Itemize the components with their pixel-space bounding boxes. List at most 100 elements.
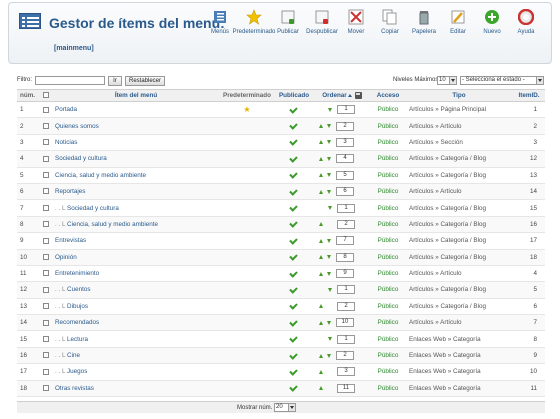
order-input[interactable]: 6 — [336, 187, 354, 197]
access-level[interactable]: Público — [371, 167, 405, 184]
move-down-icon[interactable] — [327, 271, 331, 276]
item-title-link[interactable]: Juegos — [67, 368, 87, 375]
edit-button[interactable]: Editar — [441, 9, 475, 35]
move-down-icon[interactable] — [327, 353, 331, 358]
move-up-icon[interactable] — [319, 320, 323, 325]
row-checkbox[interactable] — [43, 270, 49, 277]
move-up-icon[interactable] — [319, 386, 323, 391]
move-down-icon[interactable] — [327, 189, 331, 194]
published-check-icon[interactable] — [290, 302, 298, 308]
state-select[interactable]: - Selecciona el estado - — [460, 76, 544, 85]
copy-button[interactable]: Copiar — [373, 9, 407, 35]
col-access[interactable]: Acceso — [371, 89, 405, 102]
published-check-icon[interactable] — [290, 106, 298, 112]
row-checkbox[interactable] — [43, 254, 49, 261]
item-title-link[interactable]: Dibujos — [67, 303, 88, 310]
item-title-link[interactable]: Reportajes — [55, 188, 85, 195]
move-down-icon[interactable] — [327, 156, 331, 161]
col-published[interactable]: Publicado — [275, 89, 313, 102]
access-level[interactable]: Público — [371, 134, 405, 152]
move-down-icon[interactable] — [327, 320, 331, 325]
move-down-icon[interactable] — [328, 287, 332, 292]
move-up-icon[interactable] — [319, 222, 323, 227]
published-check-icon[interactable] — [290, 270, 298, 276]
move-down-icon[interactable] — [328, 206, 332, 211]
access-level[interactable]: Público — [371, 150, 405, 168]
trash-button[interactable]: Papelera — [407, 9, 441, 35]
row-checkbox[interactable] — [43, 286, 49, 293]
row-checkbox[interactable] — [43, 303, 49, 310]
item-title-link[interactable]: Recomendados — [55, 319, 99, 326]
row-checkbox[interactable] — [43, 237, 49, 244]
row-checkbox[interactable] — [43, 155, 49, 162]
select-all-checkbox[interactable] — [43, 92, 49, 99]
access-level[interactable]: Público — [371, 117, 405, 135]
row-checkbox[interactable] — [43, 188, 49, 195]
published-check-icon[interactable] — [290, 384, 298, 390]
display-limit-select[interactable]: 20 — [274, 403, 296, 412]
move-up-icon[interactable] — [319, 304, 323, 309]
published-check-icon[interactable] — [290, 237, 298, 243]
row-checkbox[interactable] — [43, 172, 49, 179]
default-button[interactable]: Predeterminado — [233, 9, 275, 35]
move-down-icon[interactable] — [327, 173, 331, 178]
move-down-icon[interactable] — [328, 337, 332, 342]
item-title-link[interactable]: Sociedad y cultura — [67, 205, 119, 212]
move-up-icon[interactable] — [319, 255, 323, 260]
order-input[interactable]: 2 — [337, 301, 355, 311]
published-check-icon[interactable] — [290, 319, 298, 325]
go-button[interactable]: Ir — [108, 76, 122, 86]
move-up-icon[interactable] — [319, 353, 323, 358]
order-input[interactable]: 3 — [336, 137, 354, 147]
new-button[interactable]: Nuevo — [475, 9, 509, 35]
item-title-link[interactable]: Entrevistas — [55, 237, 86, 244]
published-check-icon[interactable] — [290, 335, 298, 341]
published-check-icon[interactable] — [290, 352, 298, 358]
move-down-icon[interactable] — [327, 238, 331, 243]
published-check-icon[interactable] — [290, 204, 298, 210]
access-level[interactable]: Público — [371, 101, 405, 119]
row-checkbox[interactable] — [43, 335, 49, 342]
move-up-icon[interactable] — [319, 189, 323, 194]
col-order[interactable]: Ordenar — [322, 92, 347, 99]
unpublish-button[interactable]: Despublicar — [305, 9, 339, 35]
star-icon[interactable]: ★ — [243, 105, 250, 114]
published-check-icon[interactable] — [290, 122, 298, 128]
access-level[interactable]: Público — [371, 265, 405, 283]
move-up-icon[interactable] — [319, 238, 323, 243]
item-title-link[interactable]: Lectura — [67, 336, 88, 343]
save-order-icon[interactable] — [354, 91, 362, 99]
order-input[interactable]: 8 — [336, 252, 354, 262]
order-input[interactable]: 1 — [337, 105, 355, 115]
move-down-icon[interactable] — [327, 124, 331, 129]
item-title-link[interactable]: Sociedad y cultura — [55, 155, 107, 162]
col-type[interactable]: Tipo — [405, 89, 513, 102]
published-check-icon[interactable] — [290, 188, 298, 194]
order-input[interactable]: 1 — [337, 334, 355, 344]
move-down-icon[interactable] — [327, 255, 331, 260]
item-title-link[interactable]: Otras revistas — [55, 385, 94, 392]
published-check-icon[interactable] — [290, 220, 298, 226]
order-input[interactable]: 1 — [337, 285, 355, 295]
row-checkbox[interactable] — [43, 221, 49, 228]
row-checkbox[interactable] — [43, 204, 49, 211]
order-input[interactable]: 5 — [336, 170, 354, 180]
access-level[interactable]: Público — [371, 347, 405, 365]
item-title-link[interactable]: Ciencia, salud y medio ambiente — [67, 221, 158, 228]
published-check-icon[interactable] — [290, 155, 298, 161]
order-input[interactable]: 4 — [336, 154, 354, 164]
order-input[interactable]: 2 — [337, 219, 355, 229]
item-title-link[interactable]: Quienes somos — [55, 123, 99, 130]
move-up-icon[interactable] — [319, 271, 323, 276]
access-level[interactable]: Público — [371, 330, 405, 348]
publish-button[interactable]: Publicar — [271, 9, 305, 35]
order-input[interactable]: 11 — [337, 383, 355, 393]
max-levels-select[interactable]: 10 — [437, 76, 457, 85]
move-up-icon[interactable] — [319, 369, 323, 374]
published-check-icon[interactable] — [290, 171, 298, 177]
row-checkbox[interactable] — [43, 319, 49, 326]
row-checkbox[interactable] — [43, 122, 49, 129]
item-title-link[interactable]: Ciencia, salud y medio ambiente — [55, 172, 146, 179]
row-checkbox[interactable] — [43, 385, 49, 392]
move-down-icon[interactable] — [328, 107, 332, 112]
